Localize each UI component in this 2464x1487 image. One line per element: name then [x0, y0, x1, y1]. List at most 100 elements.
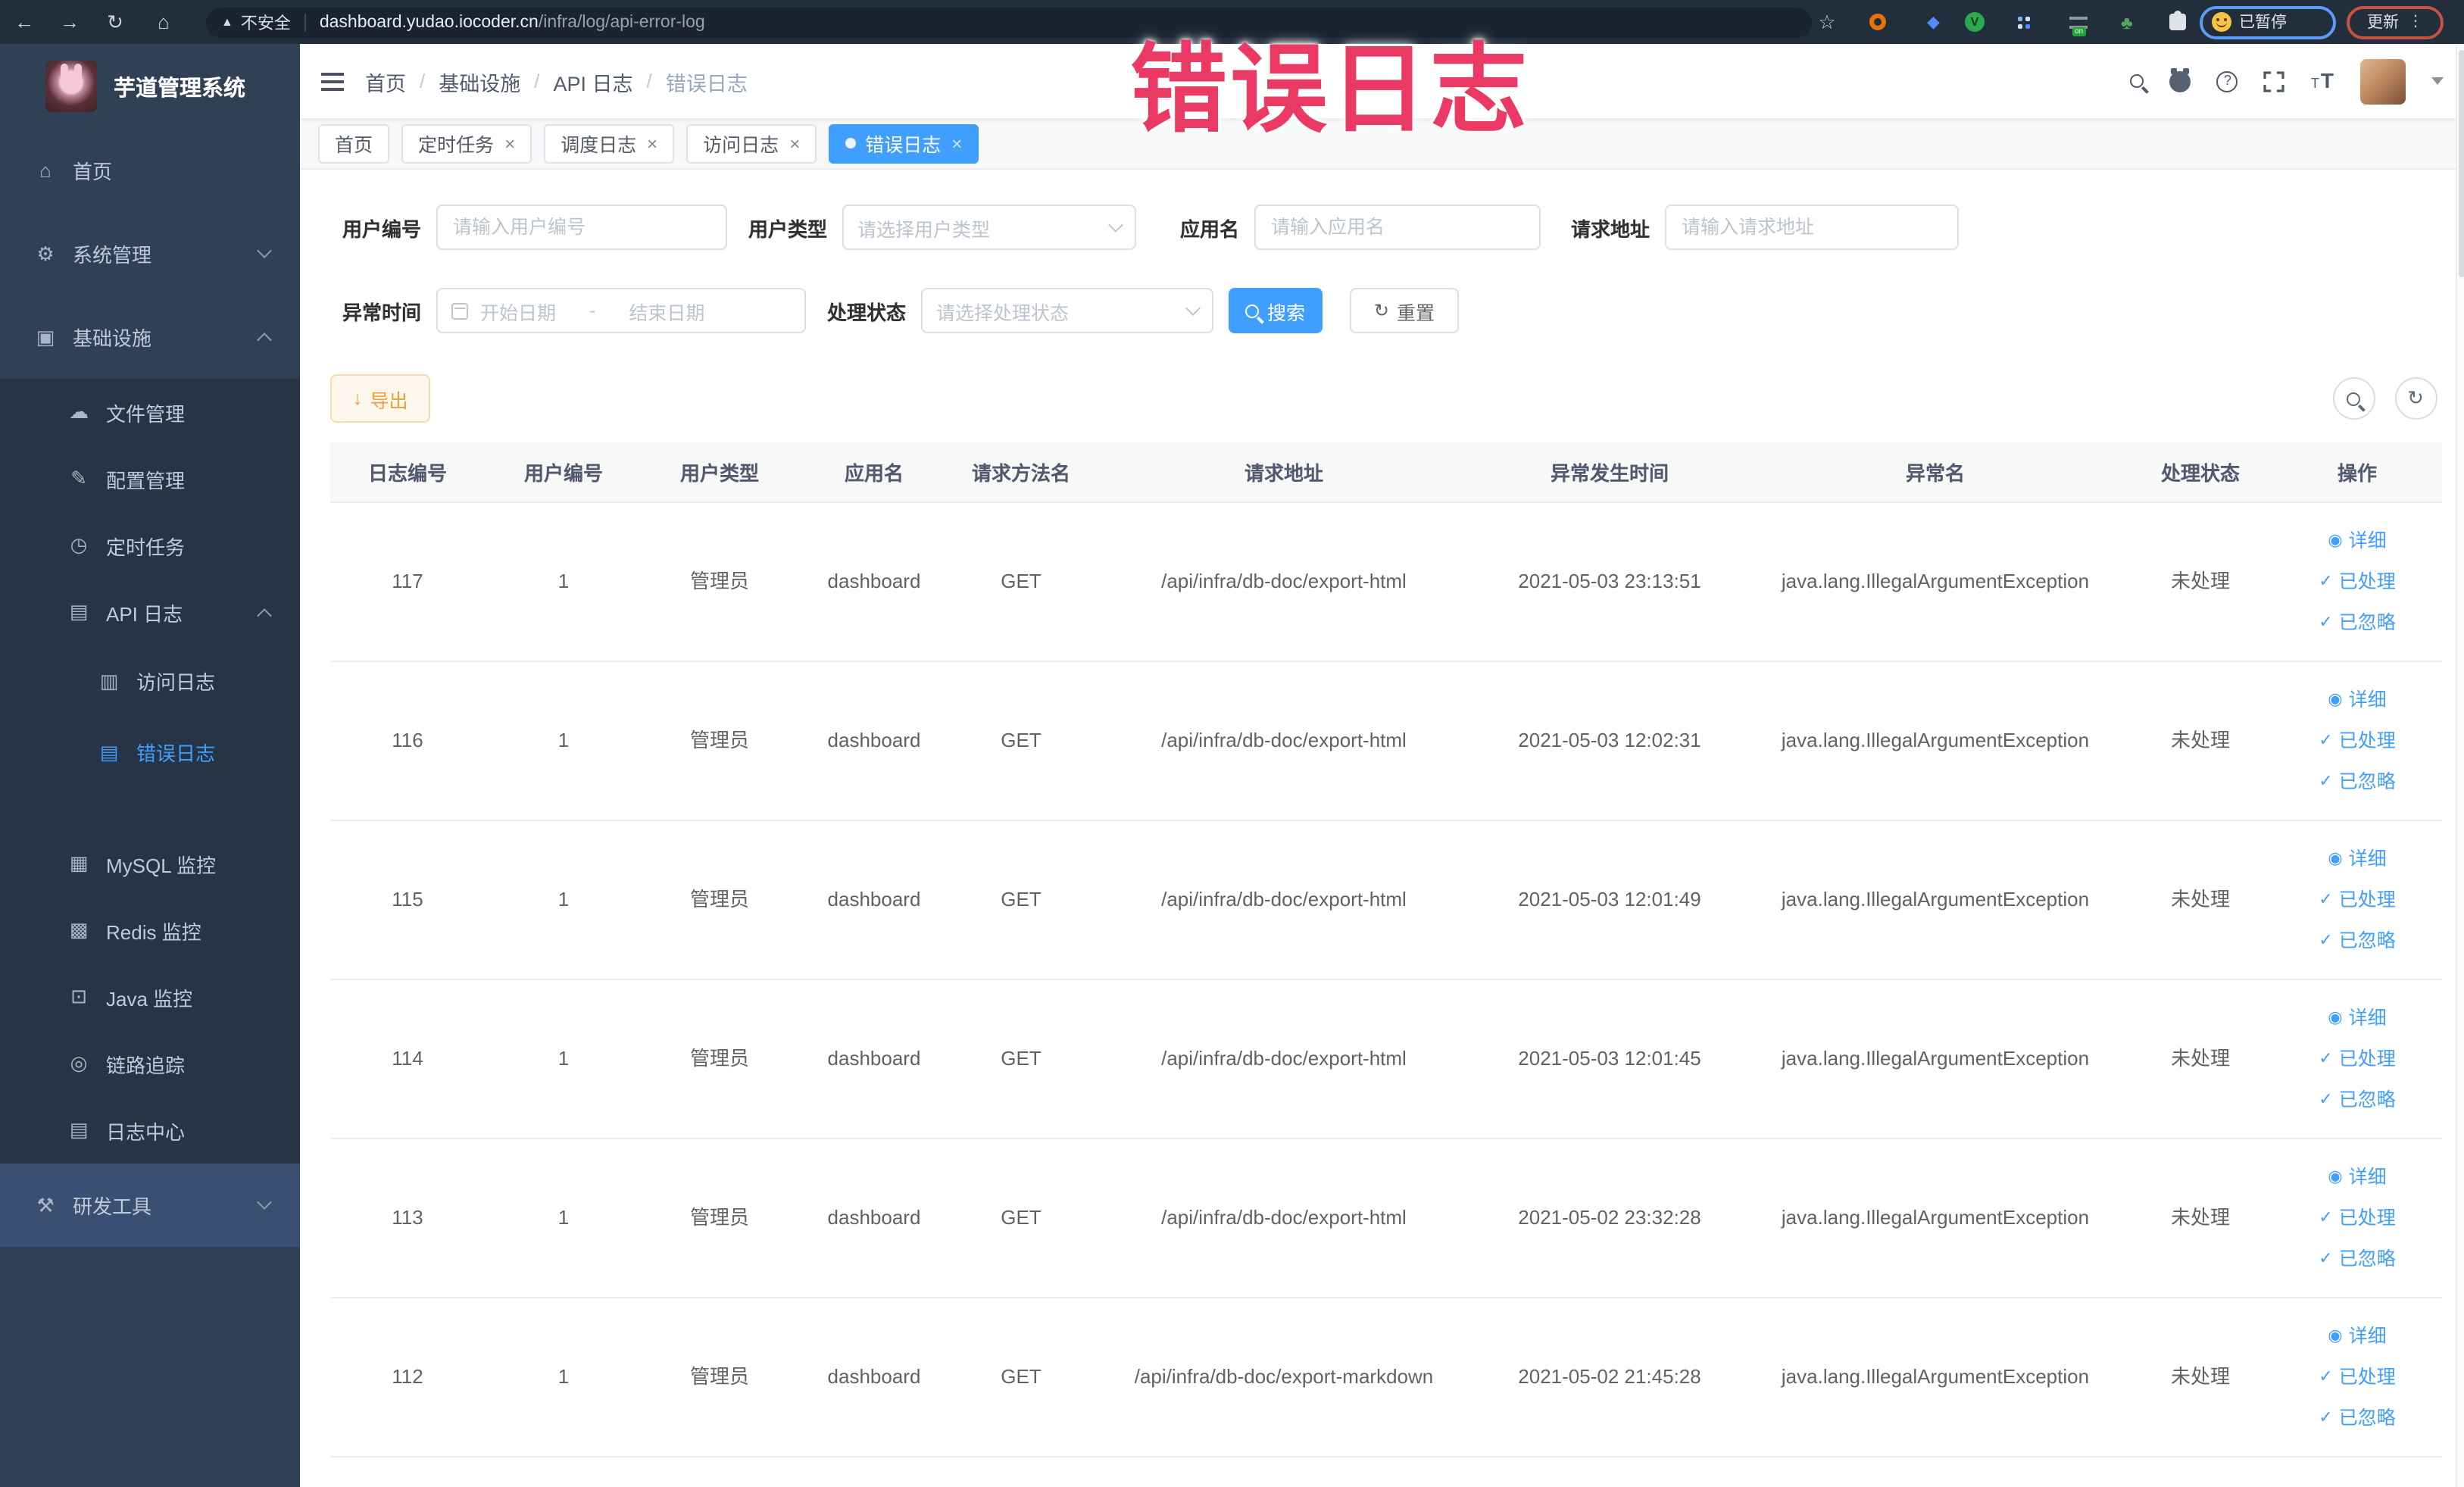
bookmark-star-icon[interactable]: ☆ [1812, 0, 1842, 44]
ignored-link[interactable]: ✓ 已忽略 [2319, 602, 2395, 643]
processed-link[interactable]: ✓ 已处理 [2319, 561, 2395, 602]
sidebar-logo-row[interactable]: 芋道管理系统 [0, 44, 300, 129]
processed-link[interactable]: ✓ 已处理 [2319, 879, 2395, 920]
browser-profile-badge[interactable]: 已暂停 [2200, 5, 2336, 39]
access-log-icon: ▥ [99, 669, 119, 692]
browser-back-icon[interactable]: ← [9, 0, 39, 44]
detail-link[interactable]: ◉ 详细 [2328, 1157, 2386, 1198]
cell-actions: ◉ 详细 ✓ 已处理 ✓ 已忽略 [2272, 503, 2442, 661]
processed-link[interactable]: ✓ 已处理 [2319, 720, 2395, 761]
ignored-link[interactable]: ✓ 已忽略 [2319, 1398, 2395, 1439]
detail-link[interactable]: ◉ 详细 [2328, 1316, 2386, 1357]
app-name-input[interactable] [1254, 205, 1541, 250]
sidebar-item-0[interactable]: ⌂ 首页 [0, 129, 300, 212]
detail-link[interactable]: ◉ 详细 [2328, 679, 2386, 720]
ignored-link[interactable]: ✓ 已忽略 [2319, 920, 2395, 961]
sidebar-item-6[interactable]: ▤ API 日志 [0, 579, 300, 645]
tab-label: 访问日志 [703, 135, 779, 156]
sidebar-item-12[interactable]: ◎ 链路追踪 [0, 1030, 300, 1097]
breadcrumb-item-2[interactable]: API 日志 [554, 66, 633, 96]
breadcrumb-item-0[interactable]: 首页 [365, 66, 406, 96]
search-button[interactable]: 搜索 [1229, 288, 1323, 333]
browser-reload-icon[interactable]: ↻ [100, 0, 130, 44]
extension-icon[interactable]: on [2069, 0, 2088, 44]
ignored-link[interactable]: ✓ 已忽略 [2319, 1239, 2395, 1279]
sidebar-collapse-icon[interactable] [321, 72, 344, 75]
breadcrumb-separator [406, 70, 439, 92]
close-icon[interactable] [504, 134, 515, 152]
sidebar-item-4[interactable]: ✎ 配置管理 [0, 445, 300, 512]
github-icon[interactable] [2169, 68, 2191, 92]
extension-icon[interactable]: V [1965, 0, 1985, 44]
request-url-input[interactable] [1665, 205, 1959, 250]
ignored-link[interactable]: ✓ 已忽略 [2319, 761, 2395, 802]
browser-scrollbar[interactable] [2455, 44, 2464, 1487]
sidebar-item-1[interactable]: ⚙ 系统管理 [0, 212, 300, 295]
address-bar[interactable]: ▲ 不安全 dashboard.yudao.iocoder.cn /infra/… [206, 7, 1812, 37]
user-avatar[interactable] [2359, 58, 2405, 104]
browser-update-button[interactable]: 更新 ⋮ [2347, 5, 2444, 39]
detail-link[interactable]: ◉ 详细 [2328, 998, 2386, 1039]
sidebar-item-7[interactable]: ▥ 访问日志 [0, 645, 300, 717]
export-button[interactable]: ↓ 导出 [330, 374, 431, 423]
security-warning-icon: ▲ [221, 15, 233, 29]
tab-1[interactable]: 定时任务 [401, 123, 532, 163]
extension-icon[interactable]: ♣ [2121, 0, 2133, 44]
check-icon: ✓ [2319, 613, 2333, 631]
security-label[interactable]: 不安全 [241, 10, 291, 34]
close-icon[interactable] [951, 134, 962, 152]
help-icon[interactable] [2216, 70, 2238, 92]
extension-icon[interactable] [2018, 0, 2028, 44]
tab-2[interactable]: 调度日志 [544, 123, 675, 163]
topbar-icons [2130, 44, 2443, 118]
extension-icon[interactable] [1869, 0, 1886, 44]
sidebar-item-5[interactable]: ◷ 定时任务 [0, 512, 300, 579]
extension-icon[interactable]: ◆ [1927, 0, 1940, 44]
close-icon[interactable] [647, 134, 657, 152]
reset-button[interactable]: ↻ 重置 [1350, 288, 1459, 333]
cell-exception: java.lang.IllegalArgumentException [1781, 1046, 2090, 1070]
sidebar-item-9[interactable]: ▦ MySQL 监控 [0, 830, 300, 897]
sidebar-item-11[interactable]: ⊡ Java 监控 [0, 964, 300, 1030]
ignored-link[interactable]: ✓ 已忽略 [2319, 1079, 2395, 1120]
chevron-down-icon [257, 1195, 272, 1210]
sidebar-item-10[interactable]: ▩ Redis 监控 [0, 897, 300, 964]
tab-4[interactable]: 错误日志 [829, 123, 979, 163]
processed-link[interactable]: ✓ 已处理 [2319, 1039, 2395, 1079]
browser-forward-icon[interactable]: → [55, 0, 85, 44]
user-type-select[interactable]: 请选择用户类型 [842, 205, 1136, 250]
table-toolbar: ↓ 导出 ↻ [330, 374, 2464, 423]
close-icon[interactable] [789, 134, 800, 152]
cell-actions: ◉ 详细 ✓ 已处理 ✓ 已忽略 [2272, 1298, 2442, 1456]
extensions-puzzle-icon[interactable] [2169, 0, 2186, 44]
detail-link[interactable]: ◉ 详细 [2328, 520, 2386, 561]
process-status-select[interactable]: 请选择处理状态 [921, 288, 1213, 333]
sidebar-item-2[interactable]: ▣ 基础设施 [0, 295, 300, 379]
user-id-input[interactable] [436, 205, 727, 250]
breadcrumb-item-1[interactable]: 基础设施 [439, 66, 520, 96]
exception-time-range-picker[interactable]: 开始日期 - 结束日期 [436, 288, 806, 333]
tab-0[interactable]: 首页 [318, 123, 390, 163]
detail-link[interactable]: ◉ 详细 [2328, 839, 2386, 879]
font-size-icon[interactable] [2311, 67, 2334, 95]
cell-id: 113 [392, 1205, 423, 1229]
fullscreen-icon[interactable] [2264, 70, 2285, 92]
processed-link[interactable]: ✓ 已处理 [2319, 1198, 2395, 1239]
processed-link[interactable]: ✓ 已处理 [2319, 1357, 2395, 1398]
sidebar-item-13[interactable]: ▤ 日志中心 [0, 1097, 300, 1164]
tab-3[interactable]: 访问日志 [686, 123, 817, 163]
refresh-table-button[interactable]: ↻ [2394, 377, 2437, 420]
overlay-annotation-title: 错误日志 [1130, 35, 1530, 144]
sidebar-item-3[interactable]: ☁ 文件管理 [0, 379, 300, 445]
toggle-search-button[interactable] [2332, 377, 2375, 420]
scrollbar-thumb[interactable] [2458, 50, 2464, 277]
sidebar-item-8[interactable]: ▤ 错误日志 [0, 717, 300, 788]
cell-user-id: 1 [557, 1046, 570, 1070]
date-separator: - [589, 300, 596, 321]
search-icon[interactable] [2130, 74, 2144, 88]
browser-home-icon[interactable]: ⌂ [148, 0, 179, 44]
avatar-caret-icon[interactable] [2431, 77, 2443, 85]
browser-menu-kebab-icon[interactable]: ⋮ [2408, 14, 2423, 30]
sidebar-item-label: API 日志 [106, 602, 183, 625]
sidebar-item-14[interactable]: ⚒ 研发工具 [0, 1164, 300, 1247]
